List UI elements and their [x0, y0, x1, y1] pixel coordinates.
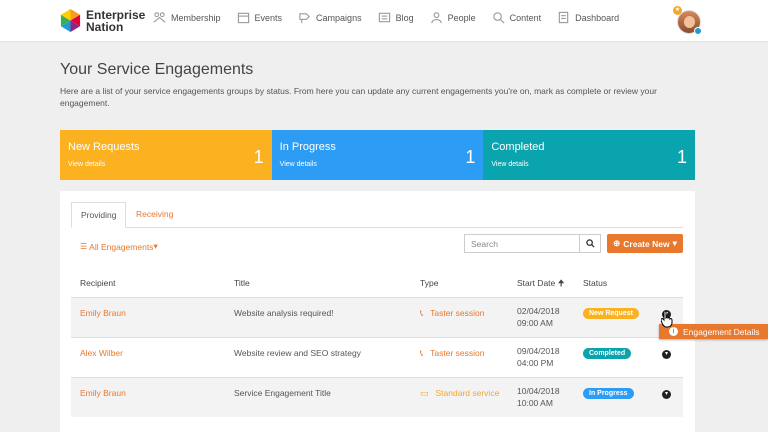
nav-campaigns[interactable]: Campaigns	[298, 11, 362, 24]
dashboard-icon	[558, 11, 569, 24]
card-in-progress[interactable]: In Progress View details 1	[271, 130, 484, 180]
table-row[interactable]: Emily Braun Service Engagement Title ▭ S…	[71, 377, 683, 417]
nav-blog[interactable]: Blog	[378, 11, 414, 24]
engagement-title: Service Engagement Title	[234, 388, 331, 398]
chevron-down-icon[interactable]: ▾	[662, 350, 671, 359]
tab-providing[interactable]: Providing	[71, 202, 127, 228]
nav-people[interactable]: People	[430, 11, 476, 24]
notification-badge-icon[interactable]: ★	[673, 6, 682, 15]
nav-events[interactable]: Events	[237, 11, 283, 24]
recipient-link[interactable]: Emily Braun	[80, 307, 126, 319]
card-count: 1	[465, 147, 476, 167]
engagement-details-tooltip[interactable]: i Engagement Details	[659, 324, 768, 339]
caret-down-icon: ▾	[672, 238, 677, 248]
tooltip-label: Engagement Details	[683, 326, 760, 337]
engagement-type: 📞︎ Taster session	[420, 308, 485, 318]
nav-label: Dashboard	[575, 12, 620, 23]
page-intro: Here are a list of your service engageme…	[60, 86, 657, 108]
content-icon	[492, 12, 505, 24]
events-icon	[237, 12, 249, 24]
engagement-tabs: Providing Receiving	[71, 202, 683, 228]
brand-line-1: Enterprise	[86, 7, 146, 22]
card-completed[interactable]: Completed View details 1	[483, 130, 696, 180]
search-input[interactable]: Search	[464, 234, 580, 253]
card-title: New Requests	[68, 141, 140, 153]
col-status[interactable]: Status	[583, 278, 607, 288]
status-badge: In Progress	[583, 388, 634, 399]
card-title: Completed	[491, 141, 545, 153]
plus-circle-icon: ⊕	[613, 238, 621, 248]
start-date: 09/04/2018 04:00 PM	[517, 346, 560, 368]
nav-dashboard[interactable]: Dashboard	[557, 11, 619, 24]
create-new-button[interactable]: ⊕ Create New ▾	[607, 234, 683, 253]
search-icon	[585, 239, 595, 248]
page-title: Your Service Engagements	[60, 61, 254, 78]
col-type[interactable]: Type	[420, 278, 438, 288]
nav-label: Membership	[171, 12, 221, 23]
document-icon: ▭	[420, 388, 429, 398]
recipient-link[interactable]: Emily Braun	[80, 387, 126, 399]
engagement-filter-dropdown[interactable]: ☰ All Engagements ▾	[80, 241, 158, 252]
phone-icon: 📞︎	[420, 308, 424, 318]
view-details-link[interactable]: View details	[491, 161, 528, 168]
main-nav: Membership Events Campaigns Blog People …	[153, 11, 635, 24]
engagement-title: Website analysis required!	[234, 308, 334, 318]
col-recipient[interactable]: Recipient	[80, 278, 115, 288]
table-row[interactable]: Alex Wilber Website review and SEO strat…	[71, 337, 683, 377]
view-details-link[interactable]: View details	[280, 161, 317, 168]
engagement-type: ▭ Standard service	[420, 388, 500, 398]
tab-receiving[interactable]: Receiving	[127, 202, 182, 228]
start-date: 10/04/2018 10:00 AM	[517, 386, 560, 408]
table-row[interactable]: Emily Braun Website analysis required! 📞…	[71, 297, 683, 337]
search-button[interactable]	[579, 234, 601, 253]
view-details-link[interactable]: View details	[68, 161, 105, 168]
phone-icon: 📞︎	[420, 348, 424, 358]
nav-label: Campaigns	[316, 12, 362, 23]
info-icon: i	[669, 327, 678, 336]
engagement-title: Website review and SEO strategy	[234, 348, 361, 358]
brand-line-2: Nation	[86, 19, 124, 34]
membership-icon	[153, 12, 166, 23]
nav-label: Events	[254, 12, 283, 23]
nav-label: Content	[509, 12, 542, 23]
people-icon	[430, 12, 442, 24]
nav-label: Blog	[395, 12, 414, 23]
filter-label: All Engagements	[89, 241, 154, 252]
card-count: 1	[253, 147, 264, 167]
top-navigation-bar: Enterprise Nation Membership Events Camp…	[0, 0, 768, 42]
campaigns-icon	[299, 13, 310, 24]
engagements-panel: Providing Receiving ☰ All Engagements ▾ …	[60, 191, 695, 432]
start-date: 02/04/2018 09:00 AM	[517, 306, 560, 328]
hand-pointer-icon	[661, 310, 673, 328]
online-status-icon	[694, 27, 702, 35]
status-badge: New Request	[583, 308, 639, 319]
list-icon: ☰	[80, 242, 88, 251]
card-count: 1	[677, 147, 688, 167]
status-badge: Completed	[583, 348, 632, 359]
nav-membership[interactable]: Membership	[153, 11, 221, 24]
card-new-requests[interactable]: New Requests View details 1	[60, 130, 272, 180]
nav-content[interactable]: Content	[492, 11, 542, 24]
engagement-type: 📞︎ Taster session	[420, 348, 485, 358]
chevron-down-icon[interactable]: ▾	[662, 390, 671, 399]
card-title: In Progress	[279, 141, 336, 153]
enterprise-nation-logo[interactable]: Enterprise Nation	[59, 8, 145, 33]
col-start-date[interactable]: Start Date 🠉	[517, 278, 565, 292]
nav-label: People	[447, 12, 476, 23]
logo-mark-icon	[60, 9, 81, 32]
recipient-link[interactable]: Alex Wilber	[80, 347, 123, 359]
create-new-label: Create New	[623, 238, 670, 249]
sort-up-icon: 🠉	[557, 278, 565, 288]
blog-icon	[378, 12, 390, 23]
status-cards: New Requests View details 1 In Progress …	[60, 130, 696, 180]
caret-down-icon: ▾	[153, 241, 158, 251]
col-title[interactable]: Title	[234, 278, 250, 288]
